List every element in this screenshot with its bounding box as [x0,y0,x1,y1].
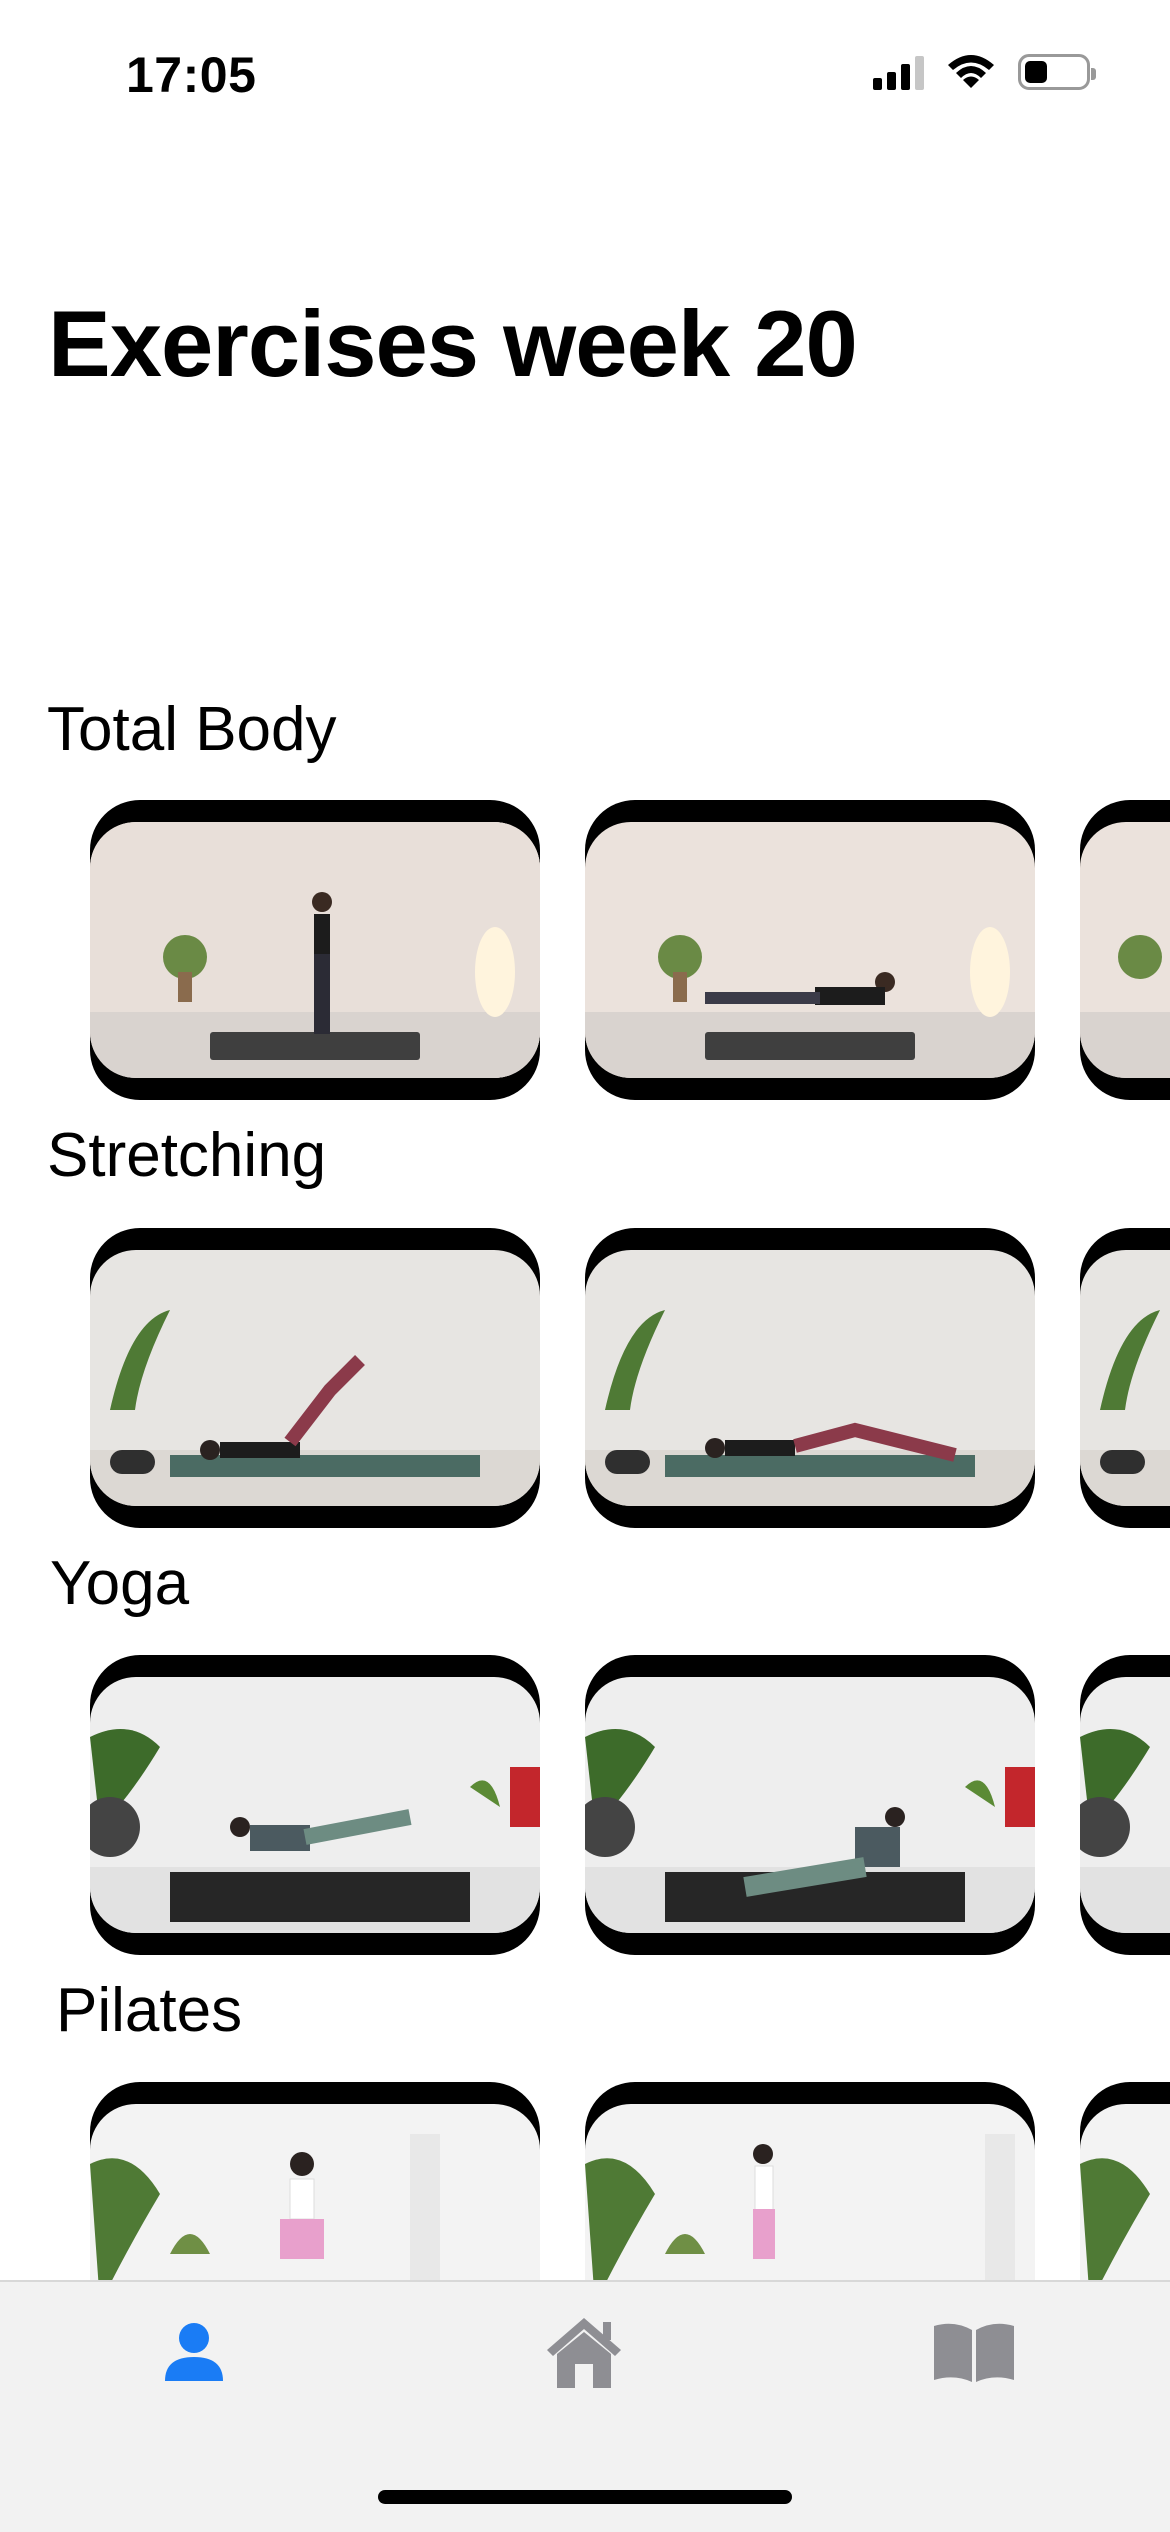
video-thumbnail [1080,822,1170,1078]
video-thumbnail [585,1250,1035,1506]
video-row-pilates[interactable] [0,2082,1170,2282]
video-card[interactable] [1080,1655,1170,1955]
video-card[interactable] [585,1655,1035,1955]
video-card[interactable] [90,1228,540,1528]
tab-profile[interactable] [144,2302,244,2402]
section-label-stretching: Stretching [47,1121,327,1190]
video-thumbnail [1080,1250,1170,1506]
tab-library[interactable] [924,2302,1024,2402]
video-row-total-body[interactable] [0,800,1170,1100]
tab-home[interactable] [534,2302,634,2402]
status-icons [873,54,1096,90]
book-icon [934,2323,1014,2382]
battery-icon [1018,54,1096,90]
wifi-icon [948,55,994,88]
video-card[interactable] [585,800,1035,1100]
video-card[interactable] [1080,800,1170,1100]
person-icon [165,2323,223,2381]
section-label-total-body: Total Body [47,695,337,764]
video-thumbnail [585,2104,1035,2282]
video-thumbnail [90,1250,540,1506]
video-card[interactable] [90,2082,540,2282]
status-bar: 17:05 [0,0,1170,150]
video-thumbnail [585,822,1035,1078]
video-card[interactable] [1080,2082,1170,2282]
video-thumbnail [585,1677,1035,1933]
video-thumbnail [90,1677,540,1933]
video-card[interactable] [1080,1228,1170,1528]
video-card[interactable] [90,800,540,1100]
video-card[interactable] [585,1228,1035,1528]
video-card[interactable] [585,2082,1035,2282]
cellular-signal-icon [873,54,924,90]
video-thumbnail [1080,2104,1170,2282]
video-thumbnail [90,2104,540,2282]
video-thumbnail [90,822,540,1078]
video-card[interactable] [90,1655,540,1955]
video-row-yoga[interactable] [0,1655,1170,1955]
home-indicator [378,2490,792,2504]
status-time: 17:05 [126,47,257,103]
video-thumbnail [1080,1677,1170,1933]
house-icon [547,2318,621,2388]
video-row-stretching[interactable] [0,1228,1170,1528]
page-title: Exercises week 20 [48,291,858,396]
section-label-yoga: Yoga [50,1549,190,1618]
section-label-pilates: Pilates [56,1976,243,2045]
